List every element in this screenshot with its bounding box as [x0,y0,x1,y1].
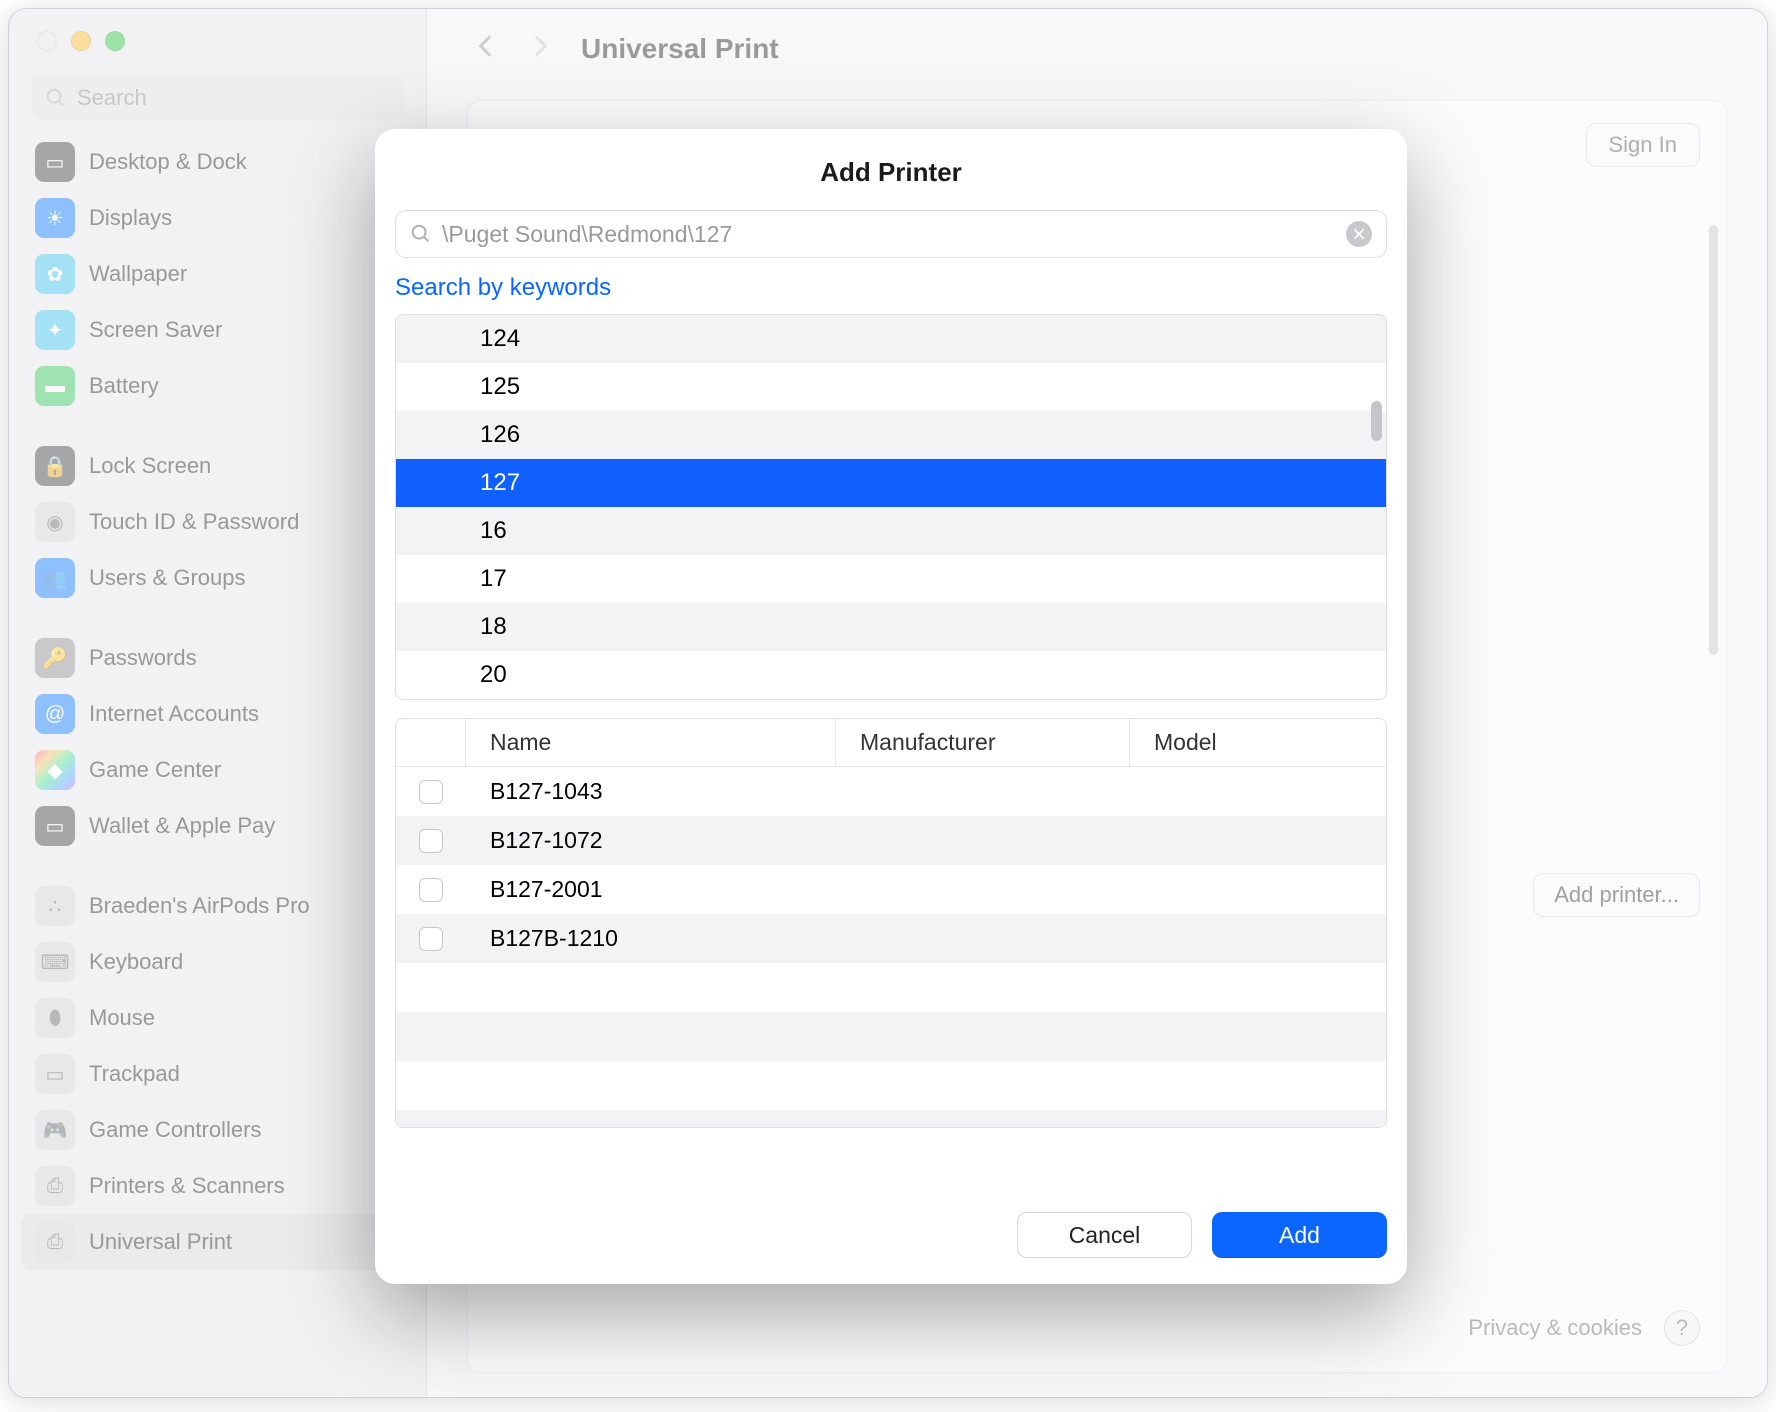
location-row[interactable]: 124 [396,315,1386,363]
location-label: 16 [480,517,507,545]
location-label: 20 [480,661,507,689]
search-by-keywords-link[interactable]: Search by keywords [395,274,1387,302]
location-row[interactable]: 20 [396,651,1386,699]
dialog-search-input[interactable] [432,221,1346,248]
location-list: 124 125 126 127 16 17 18 20 [395,314,1387,700]
header-checkbox-col [396,719,466,766]
printer-table-body: B127-1043 B127-1072 B127-2001 B127B-1210 [396,767,1386,1127]
location-row[interactable]: 16 [396,507,1386,555]
header-model[interactable]: Model [1130,719,1386,766]
system-settings-window: Search ▭Desktop & Dock☀Displays✿Wallpape… [8,8,1768,1398]
table-row-empty [396,1110,1386,1128]
row-checkbox[interactable] [419,927,443,951]
printer-table-header: Name Manufacturer Model [396,719,1386,767]
location-label: 126 [480,421,520,449]
table-row[interactable]: B127-2001 [396,865,1386,914]
location-row[interactable]: 126 [396,411,1386,459]
location-list-scrollbar[interactable] [1371,401,1382,441]
printer-table: Name Manufacturer Model B127-1043B127-10… [395,718,1387,1128]
clear-search-icon[interactable] [1346,221,1372,247]
table-row[interactable]: B127-1072 [396,816,1386,865]
location-row[interactable]: 18 [396,603,1386,651]
table-row[interactable]: B127-1043 [396,767,1386,816]
row-checkbox[interactable] [419,829,443,853]
location-label: 125 [480,373,520,401]
table-row[interactable]: B127B-1210 [396,914,1386,963]
row-checkbox[interactable] [419,878,443,902]
table-row-empty [396,1061,1386,1110]
location-label: 124 [480,325,520,353]
row-checkbox[interactable] [419,780,443,804]
location-row[interactable]: 17 [396,555,1386,603]
printer-name: B127-2001 [490,876,603,902]
cancel-button[interactable]: Cancel [1017,1212,1192,1258]
location-label: 127 [480,469,520,497]
dialog-button-row: Cancel Add [375,1188,1407,1284]
location-row[interactable]: 127 [396,459,1386,507]
add-button[interactable]: Add [1212,1212,1387,1258]
dialog-search-field[interactable] [395,210,1387,258]
location-label: 17 [480,565,507,593]
table-row-empty [396,963,1386,1012]
printer-name: B127B-1210 [490,925,618,951]
table-row-empty [396,1012,1386,1061]
location-label: 18 [480,613,507,641]
printer-name: B127-1043 [490,778,603,804]
dialog-title: Add Printer [375,129,1407,210]
printer-name: B127-1072 [490,827,603,853]
location-row[interactable]: 125 [396,363,1386,411]
add-printer-dialog: Add Printer Search by keywords 124 125 126… [375,129,1407,1284]
search-icon [410,223,432,245]
header-manufacturer[interactable]: Manufacturer [836,719,1130,766]
header-name[interactable]: Name [466,719,836,766]
